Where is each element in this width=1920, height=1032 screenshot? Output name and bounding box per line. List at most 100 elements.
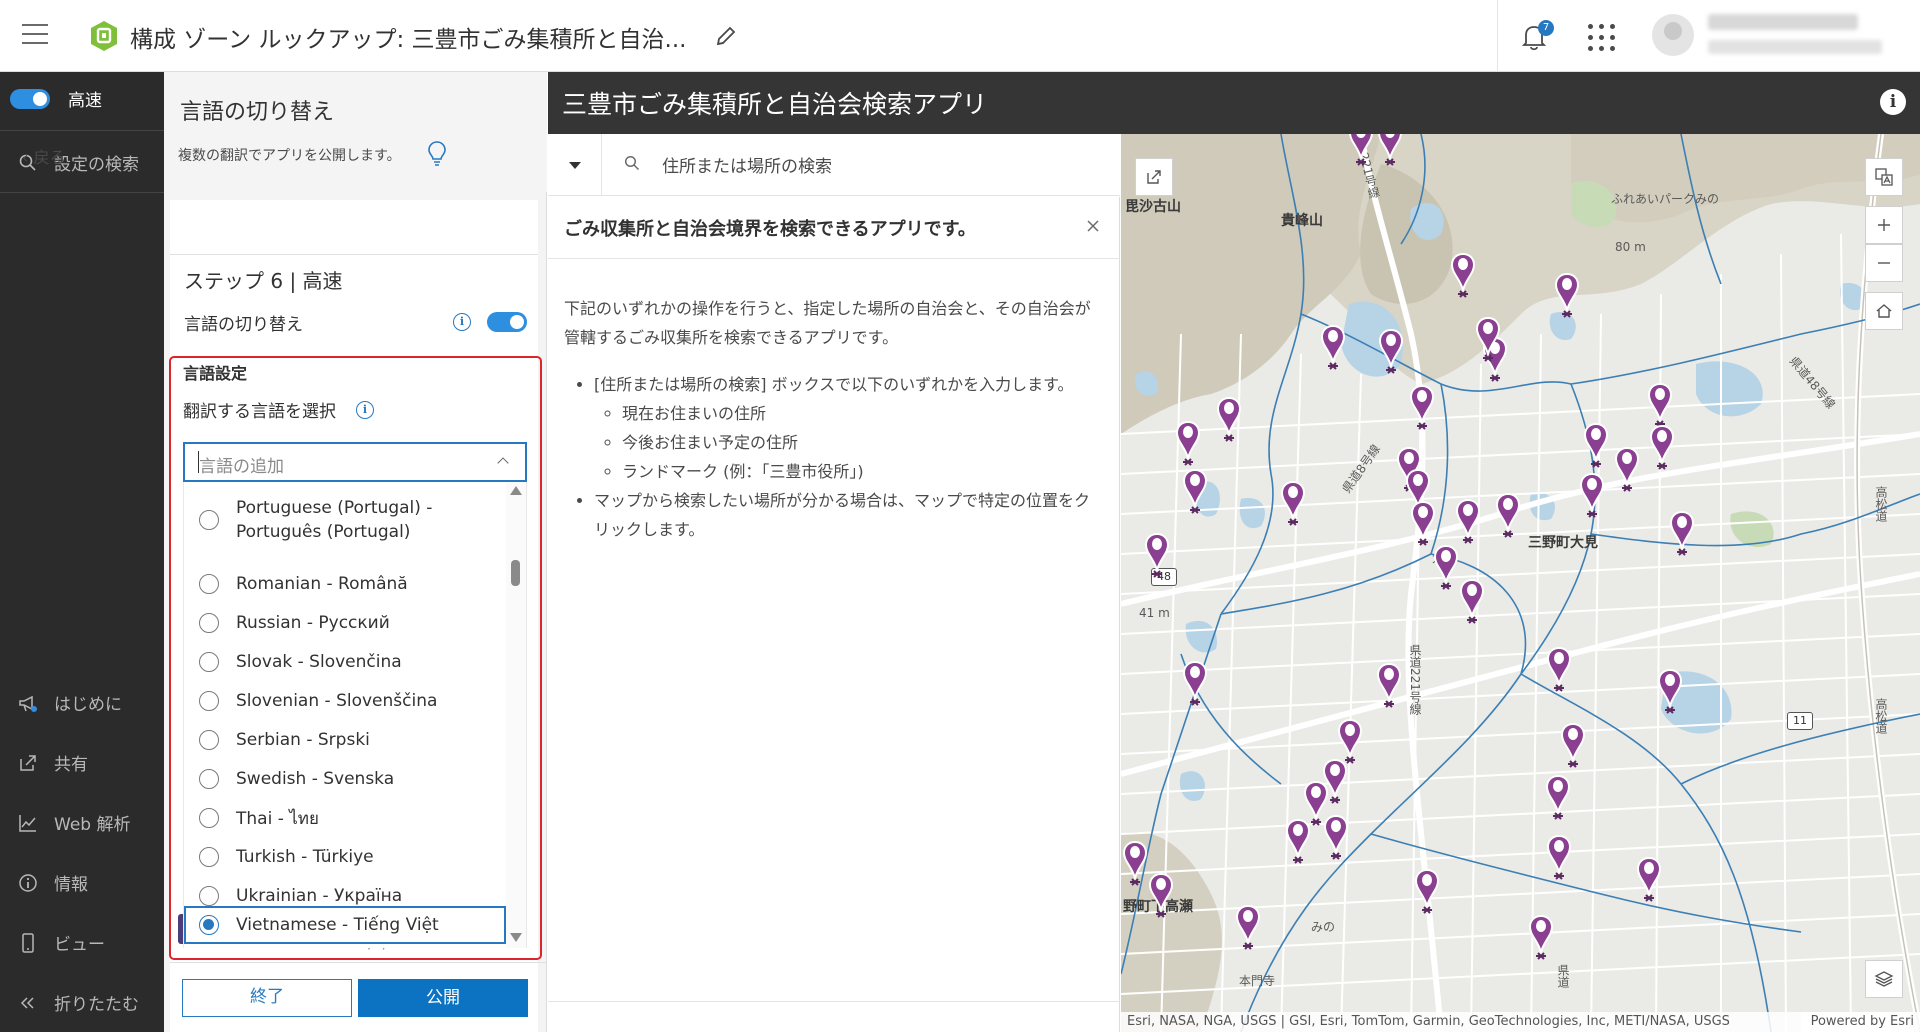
- powered-by-esri[interactable]: Powered by Esri: [1800, 1012, 1914, 1032]
- rail-item-view[interactable]: ビュー: [18, 930, 105, 955]
- home-button[interactable]: [1865, 292, 1903, 330]
- map-pin-icon[interactable]: [1215, 396, 1243, 444]
- map-pin-icon[interactable]: [1527, 914, 1555, 962]
- express-mode-toggle[interactable]: [10, 88, 50, 109]
- map-pin-icon[interactable]: [1375, 662, 1403, 710]
- rail-item-share[interactable]: 共有: [18, 750, 88, 775]
- scroll-down-arrow-icon[interactable]: [510, 933, 522, 942]
- map-pin-icon[interactable]: [1409, 500, 1437, 548]
- rail-item-info[interactable]: 情報: [18, 870, 88, 895]
- list-item[interactable]: Thai - ไทย: [184, 804, 506, 832]
- radio-button-checked[interactable]: [199, 915, 219, 935]
- scrollbar[interactable]: [506, 482, 526, 948]
- map-pin-icon[interactable]: [1432, 544, 1460, 592]
- user-id-blurred[interactable]: [1708, 40, 1882, 54]
- list-item[interactable]: Slovak - Slovenčina: [184, 648, 506, 676]
- share-map-button[interactable]: [1135, 158, 1173, 196]
- rail-item-intro[interactable]: はじめに: [18, 690, 122, 715]
- rail-item-collapse[interactable]: 折りたたむ: [18, 990, 139, 1015]
- map-pin-icon[interactable]: [1458, 578, 1486, 626]
- publish-button[interactable]: 公開: [358, 979, 528, 1017]
- zoom-out-button[interactable]: [1865, 244, 1903, 282]
- map-pin-icon[interactable]: [1656, 668, 1684, 716]
- scroll-up-arrow-icon[interactable]: [510, 486, 522, 495]
- map-pin-icon[interactable]: [1454, 498, 1482, 546]
- map-pin-icon[interactable]: [1449, 252, 1477, 300]
- back-link[interactable]: ‹ 戻る: [22, 144, 66, 168]
- map-pin-icon[interactable]: [1284, 818, 1312, 866]
- add-language-combobox[interactable]: 言語の追加: [183, 442, 527, 482]
- map-view[interactable]: 毘沙古山 貴峰山 ふれあいパークみの 80 m 41 m 221号線 県道221…: [1121, 134, 1920, 1032]
- map-pin-icon[interactable]: [1582, 422, 1610, 470]
- info-icon[interactable]: i: [356, 401, 374, 419]
- info-icon[interactable]: i: [453, 313, 471, 331]
- map-pin-icon[interactable]: [1578, 472, 1606, 520]
- language-switch-toggle[interactable]: [487, 312, 527, 332]
- map-pin-icon[interactable]: [1668, 510, 1696, 558]
- radio-button[interactable]: [199, 808, 219, 828]
- map-pin-icon[interactable]: [1648, 424, 1676, 472]
- translate-button[interactable]: [1865, 158, 1903, 196]
- zoom-in-button[interactable]: [1865, 206, 1903, 244]
- map-pin-icon[interactable]: [1408, 384, 1436, 432]
- layer-list-button[interactable]: [1865, 960, 1903, 998]
- map-pin-icon[interactable]: [1121, 840, 1149, 888]
- menu-icon[interactable]: [22, 24, 48, 46]
- chevron-up-icon[interactable]: [497, 457, 509, 469]
- radio-button[interactable]: [199, 847, 219, 867]
- list-item[interactable]: Turkish - Türkiye: [184, 843, 506, 871]
- map-pin-icon[interactable]: [1545, 646, 1573, 694]
- map-pin-icon[interactable]: [1319, 324, 1347, 372]
- close-icon[interactable]: [1086, 219, 1100, 233]
- scrollbar-thumb[interactable]: [511, 560, 520, 586]
- radio-button[interactable]: [199, 691, 219, 711]
- list-item[interactable]: Serbian - Srpski: [184, 726, 506, 754]
- map-pin-icon[interactable]: [1553, 272, 1581, 320]
- map-pin-icon[interactable]: [1494, 492, 1522, 540]
- map-pin-icon[interactable]: [1413, 868, 1441, 916]
- list-item[interactable]: Slovenian - Slovenščina: [184, 687, 506, 715]
- lightbulb-icon[interactable]: [426, 140, 448, 168]
- map-pin-icon[interactable]: [1545, 834, 1573, 882]
- list-item-selected[interactable]: Vietnamese - Tiếng Việt: [184, 906, 506, 944]
- list-item[interactable]: Portuguese (Portugal) - Português (Portu…: [184, 496, 506, 544]
- app-launcher-icon[interactable]: [1588, 24, 1616, 52]
- language-options-list[interactable]: Portuguese (Portugal) - Português (Portu…: [183, 482, 527, 948]
- express-mode-toggle-row[interactable]: 高速: [10, 86, 102, 111]
- map-pin-icon[interactable]: [1544, 774, 1572, 822]
- radio-button[interactable]: [199, 730, 219, 750]
- radio-button[interactable]: [199, 886, 219, 906]
- map-pin-icon[interactable]: [1646, 382, 1674, 430]
- list-item[interactable]: Romanian - Română: [184, 570, 506, 598]
- info-icon[interactable]: i: [1880, 89, 1906, 115]
- list-item[interactable]: Russian - Русский: [184, 609, 506, 637]
- avatar[interactable]: [1652, 14, 1694, 56]
- map-pin-icon[interactable]: [1322, 814, 1350, 862]
- radio-button[interactable]: [199, 652, 219, 672]
- list-item[interactable]: Swedish - Svenska: [184, 765, 506, 793]
- pencil-icon[interactable]: [714, 24, 738, 48]
- map-pin-icon[interactable]: [1559, 722, 1587, 770]
- finish-button[interactable]: 終了: [182, 979, 352, 1017]
- user-name-blurred[interactable]: [1708, 14, 1858, 30]
- map-pin-icon[interactable]: [1635, 856, 1663, 904]
- map-pin-icon[interactable]: [1376, 134, 1404, 168]
- map-pin-icon[interactable]: [1147, 872, 1175, 920]
- map-pin-icon[interactable]: [1234, 904, 1262, 952]
- map-pin-icon[interactable]: [1347, 134, 1375, 168]
- map-attribution[interactable]: Esri, NASA, NGA, USGS | GSI, Esri, TomTo…: [1121, 1012, 1920, 1032]
- map-pin-icon[interactable]: [1613, 446, 1641, 494]
- map-pin-icon[interactable]: [1279, 480, 1307, 528]
- radio-button[interactable]: [199, 769, 219, 789]
- radio-button[interactable]: [199, 510, 219, 530]
- map-pin-icon[interactable]: [1143, 532, 1171, 580]
- map-pin-icon[interactable]: [1181, 468, 1209, 516]
- map-pin-icon[interactable]: [1377, 328, 1405, 376]
- map-pin-icon[interactable]: [1474, 316, 1502, 364]
- map-pin-icon[interactable]: [1174, 420, 1202, 468]
- map-pin-icon[interactable]: [1181, 660, 1209, 708]
- rail-item-analytics[interactable]: Web 解析: [18, 810, 130, 835]
- radio-button[interactable]: [199, 613, 219, 633]
- radio-button[interactable]: [199, 574, 219, 594]
- search-input[interactable]: 住所または場所の検索: [662, 152, 832, 177]
